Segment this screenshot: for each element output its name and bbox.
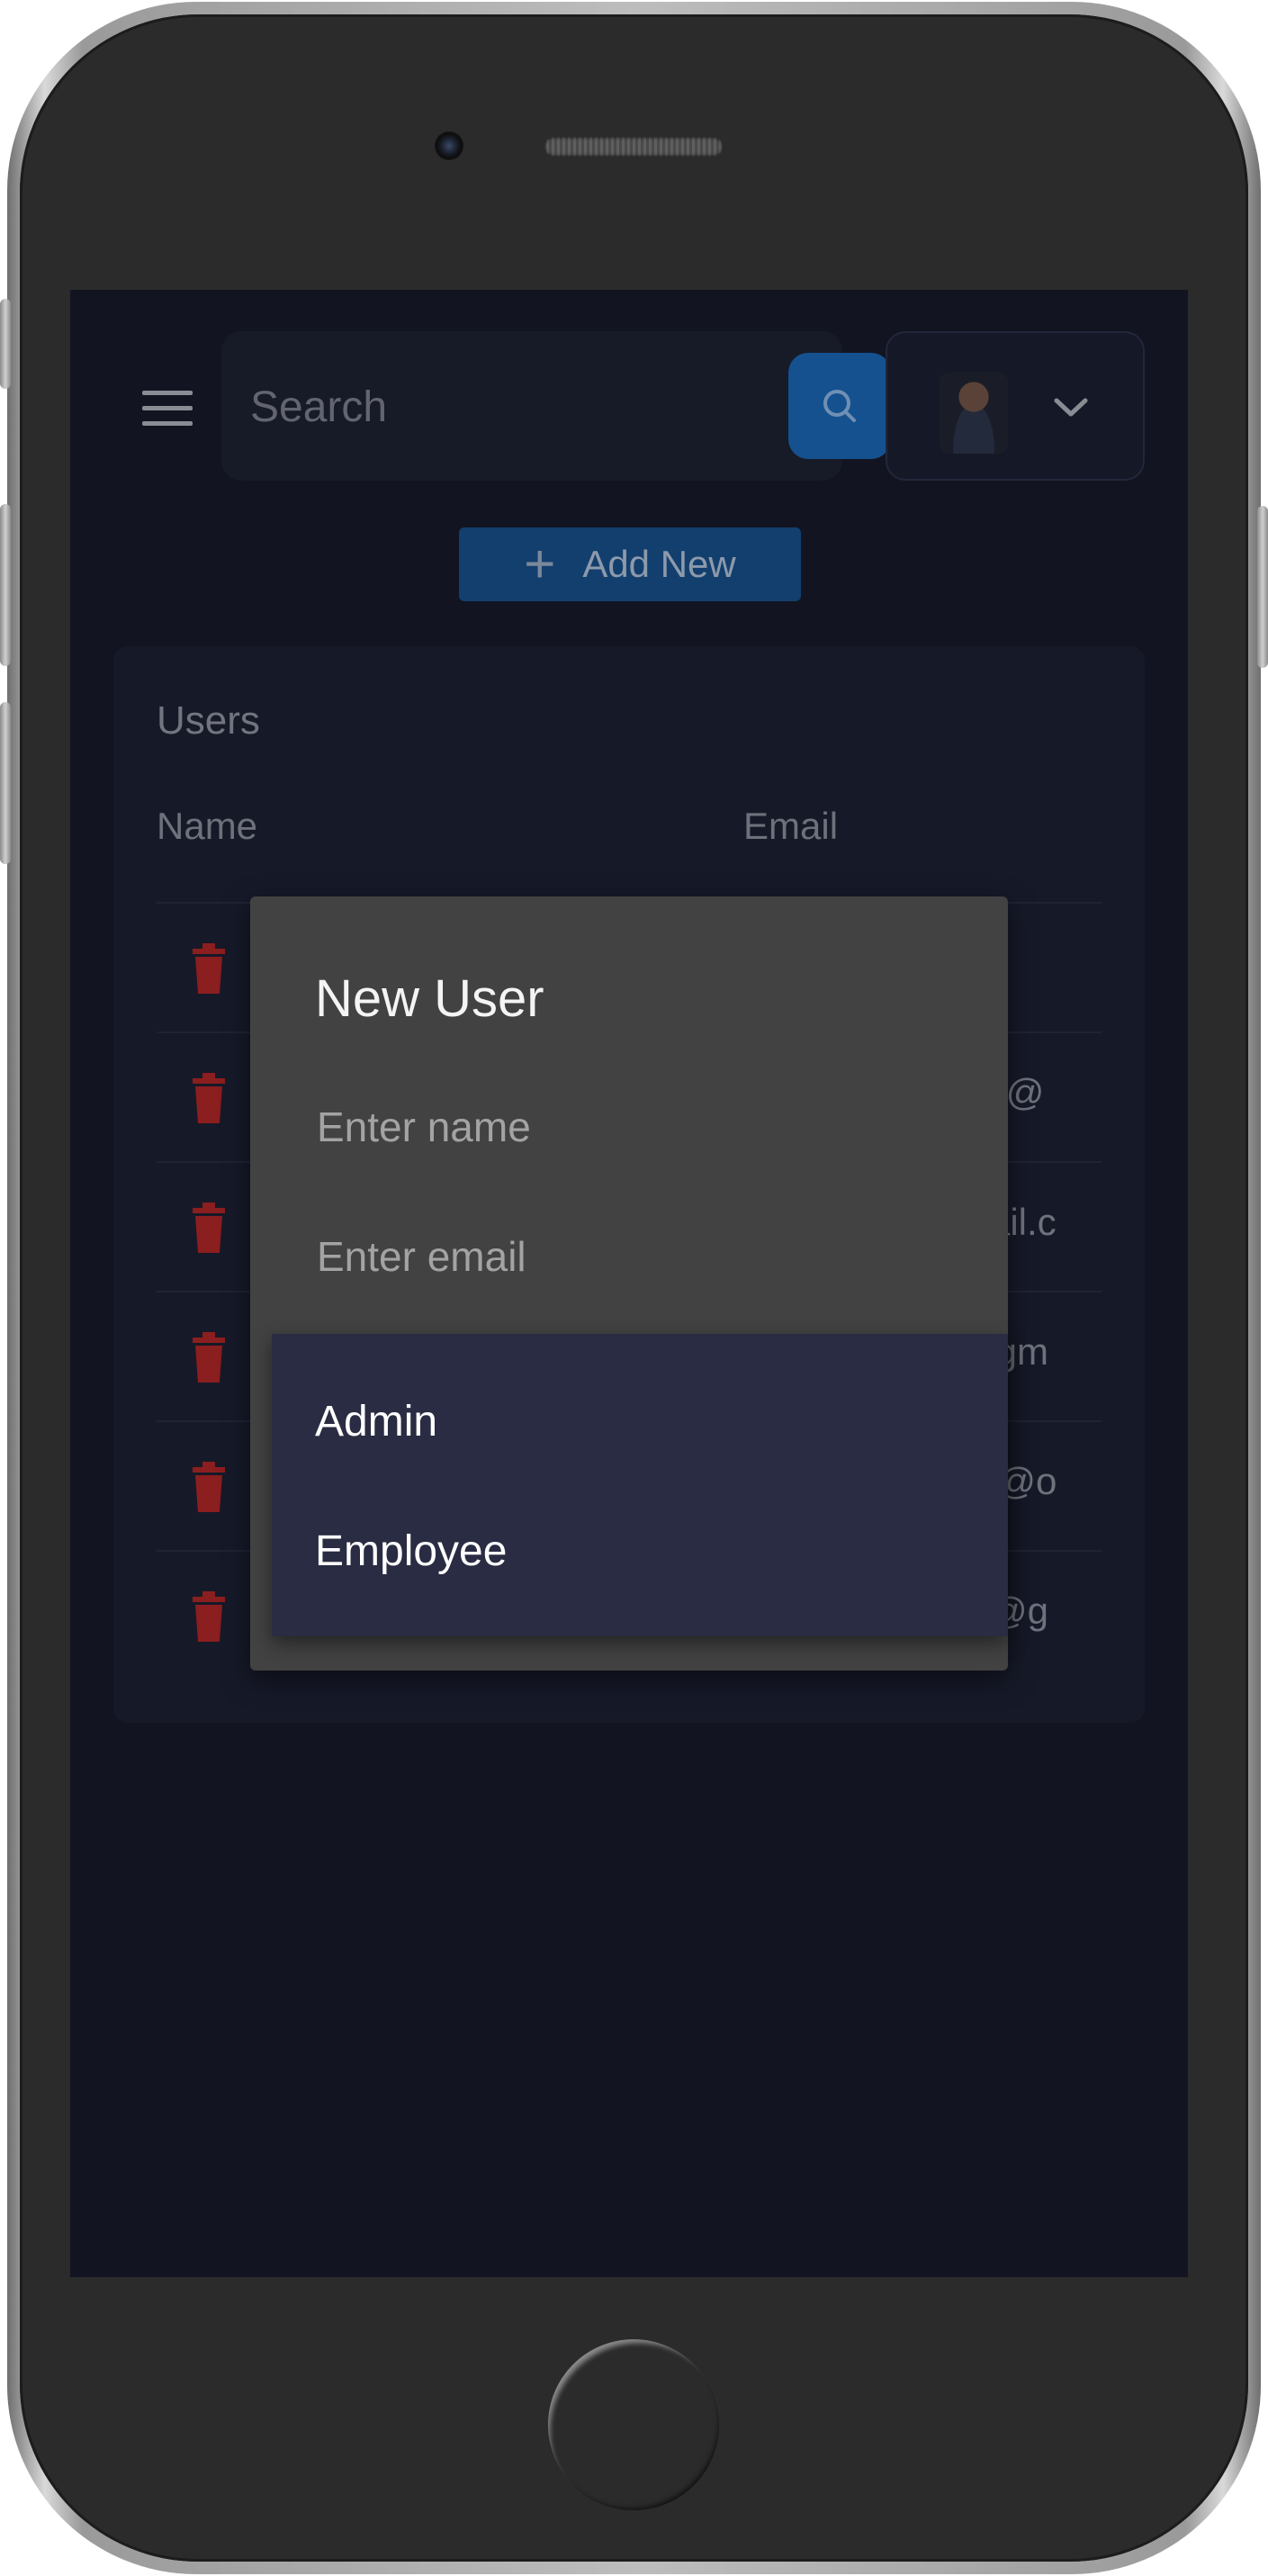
trash-icon[interactable]	[191, 1332, 227, 1383]
search-icon	[823, 390, 856, 422]
profile-menu[interactable]	[886, 331, 1145, 481]
power-button	[1257, 506, 1268, 668]
trash-icon[interactable]	[191, 1073, 227, 1123]
app-screen: + Add New Users Name Email om azi@ mail.…	[70, 290, 1188, 2277]
earpiece-speaker	[544, 137, 724, 157]
home-button[interactable]	[544, 2335, 724, 2515]
email-field[interactable]	[315, 1224, 895, 1289]
add-new-button[interactable]: + Add New	[459, 527, 801, 601]
trash-icon[interactable]	[191, 1462, 227, 1512]
volume-down-button	[0, 702, 11, 864]
card-title: Users	[157, 698, 260, 743]
search-button[interactable]	[788, 353, 891, 459]
trash-icon[interactable]	[191, 943, 227, 994]
trash-icon[interactable]	[191, 1202, 227, 1253]
avatar	[940, 373, 1008, 454]
search-input[interactable]	[248, 331, 720, 482]
hamburger-icon[interactable]	[142, 391, 193, 427]
role-option-employee[interactable]: Employee	[315, 1527, 507, 1576]
dialog-title: New User	[315, 969, 544, 1028]
search-bar	[221, 331, 891, 482]
mute-switch	[0, 299, 11, 389]
name-field[interactable]	[315, 1094, 895, 1159]
chevron-down-icon	[1054, 398, 1088, 417]
front-camera	[435, 131, 463, 160]
trash-icon[interactable]	[191, 1591, 227, 1642]
add-new-label: Add New	[582, 543, 736, 585]
plus-icon: +	[524, 534, 556, 594]
volume-up-button	[0, 504, 11, 666]
role-dropdown-menu: Admin Employee	[272, 1334, 1008, 1636]
column-header-name: Name	[157, 805, 258, 847]
column-header-email: Email	[743, 805, 839, 847]
role-option-admin[interactable]: Admin	[315, 1397, 437, 1446]
